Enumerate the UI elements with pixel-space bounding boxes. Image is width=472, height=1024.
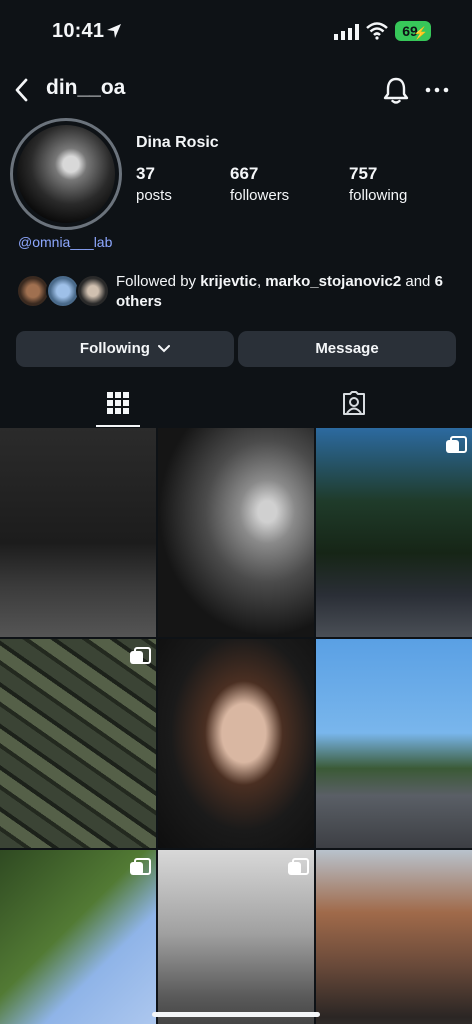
stat-value: 37 — [136, 164, 155, 183]
more-dots-icon[interactable] — [424, 78, 450, 102]
mutual-follower-name: marko_stojanovic2 — [265, 273, 402, 290]
stat-value: 667 — [230, 164, 259, 183]
profile-avatar[interactable] — [10, 118, 122, 230]
stat-label: followers — [230, 187, 290, 204]
profile-username: din__oa — [46, 76, 126, 99]
following-count[interactable]: 757 following — [349, 164, 407, 204]
display-name: Dina Rosic — [136, 134, 219, 151]
mutual-follower-avatar — [46, 274, 80, 308]
wifi-icon — [366, 22, 388, 40]
post-thumbnail[interactable] — [0, 850, 156, 1024]
home-indicator[interactable] — [152, 1012, 320, 1017]
post-thumbnail[interactable] — [316, 639, 472, 848]
carousel-icon — [130, 858, 151, 876]
post-thumbnail[interactable] — [0, 639, 156, 848]
stat-label: posts — [136, 187, 172, 204]
post-thumbnail[interactable] — [0, 428, 156, 637]
followed-by-prefix: Followed by — [116, 273, 201, 290]
post-thumbnail[interactable] — [316, 850, 472, 1024]
status-time: 10:41 — [52, 20, 105, 42]
battery-charging-icon: 69 ⚡ — [395, 21, 431, 41]
mutual-follower-name: krijevtic — [200, 273, 257, 290]
message-label: Message — [315, 340, 379, 357]
grid-icon — [107, 392, 129, 414]
posts-count[interactable]: 37 posts — [136, 164, 172, 204]
mutual-follower-avatar — [16, 274, 50, 308]
profile-screen: 10:41 69 ⚡ din__oa Dina Rosic 37 posts 6… — [0, 0, 472, 1024]
tab-tagged[interactable] — [236, 384, 472, 428]
active-tab-indicator — [96, 425, 140, 427]
chevron-down-icon — [158, 345, 171, 353]
status-bar: 10:41 69 ⚡ — [0, 0, 472, 62]
profile-tabs — [0, 384, 472, 428]
following-label: Following — [79, 340, 150, 357]
location-arrow-icon — [107, 24, 121, 38]
post-thumbnail[interactable] — [158, 428, 314, 637]
post-thumbnail[interactable] — [158, 639, 314, 848]
back-chevron-icon[interactable] — [10, 76, 34, 104]
mutual-follower-avatar — [76, 274, 110, 308]
post-thumbnail[interactable] — [158, 850, 314, 1024]
tab-posts-grid[interactable] — [0, 384, 236, 428]
following-button[interactable]: Following — [16, 331, 234, 367]
tagged-person-icon — [343, 391, 365, 415]
avatar-photo — [17, 125, 115, 223]
threads-handle-link[interactable]: @omnia___lab — [18, 234, 112, 250]
carousel-icon — [130, 647, 151, 665]
followed-by-row[interactable]: Followed by krijevtic, marko_stojanovic2… — [16, 272, 456, 312]
stat-value: 757 — [349, 164, 378, 183]
carousel-icon — [446, 436, 467, 454]
followers-count[interactable]: 667 followers — [230, 164, 289, 204]
message-button[interactable]: Message — [238, 331, 456, 367]
posts-grid — [0, 428, 472, 1024]
bell-icon[interactable] — [382, 75, 410, 105]
stat-label: following — [349, 187, 408, 204]
followed-by-text: Followed by krijevtic, marko_stojanovic2… — [116, 272, 456, 312]
followed-by-and: and — [401, 273, 435, 290]
carousel-icon — [288, 858, 309, 876]
cellular-signal-icon — [334, 24, 359, 40]
profile-header: din__oa — [0, 72, 472, 108]
post-thumbnail[interactable] — [316, 428, 472, 637]
